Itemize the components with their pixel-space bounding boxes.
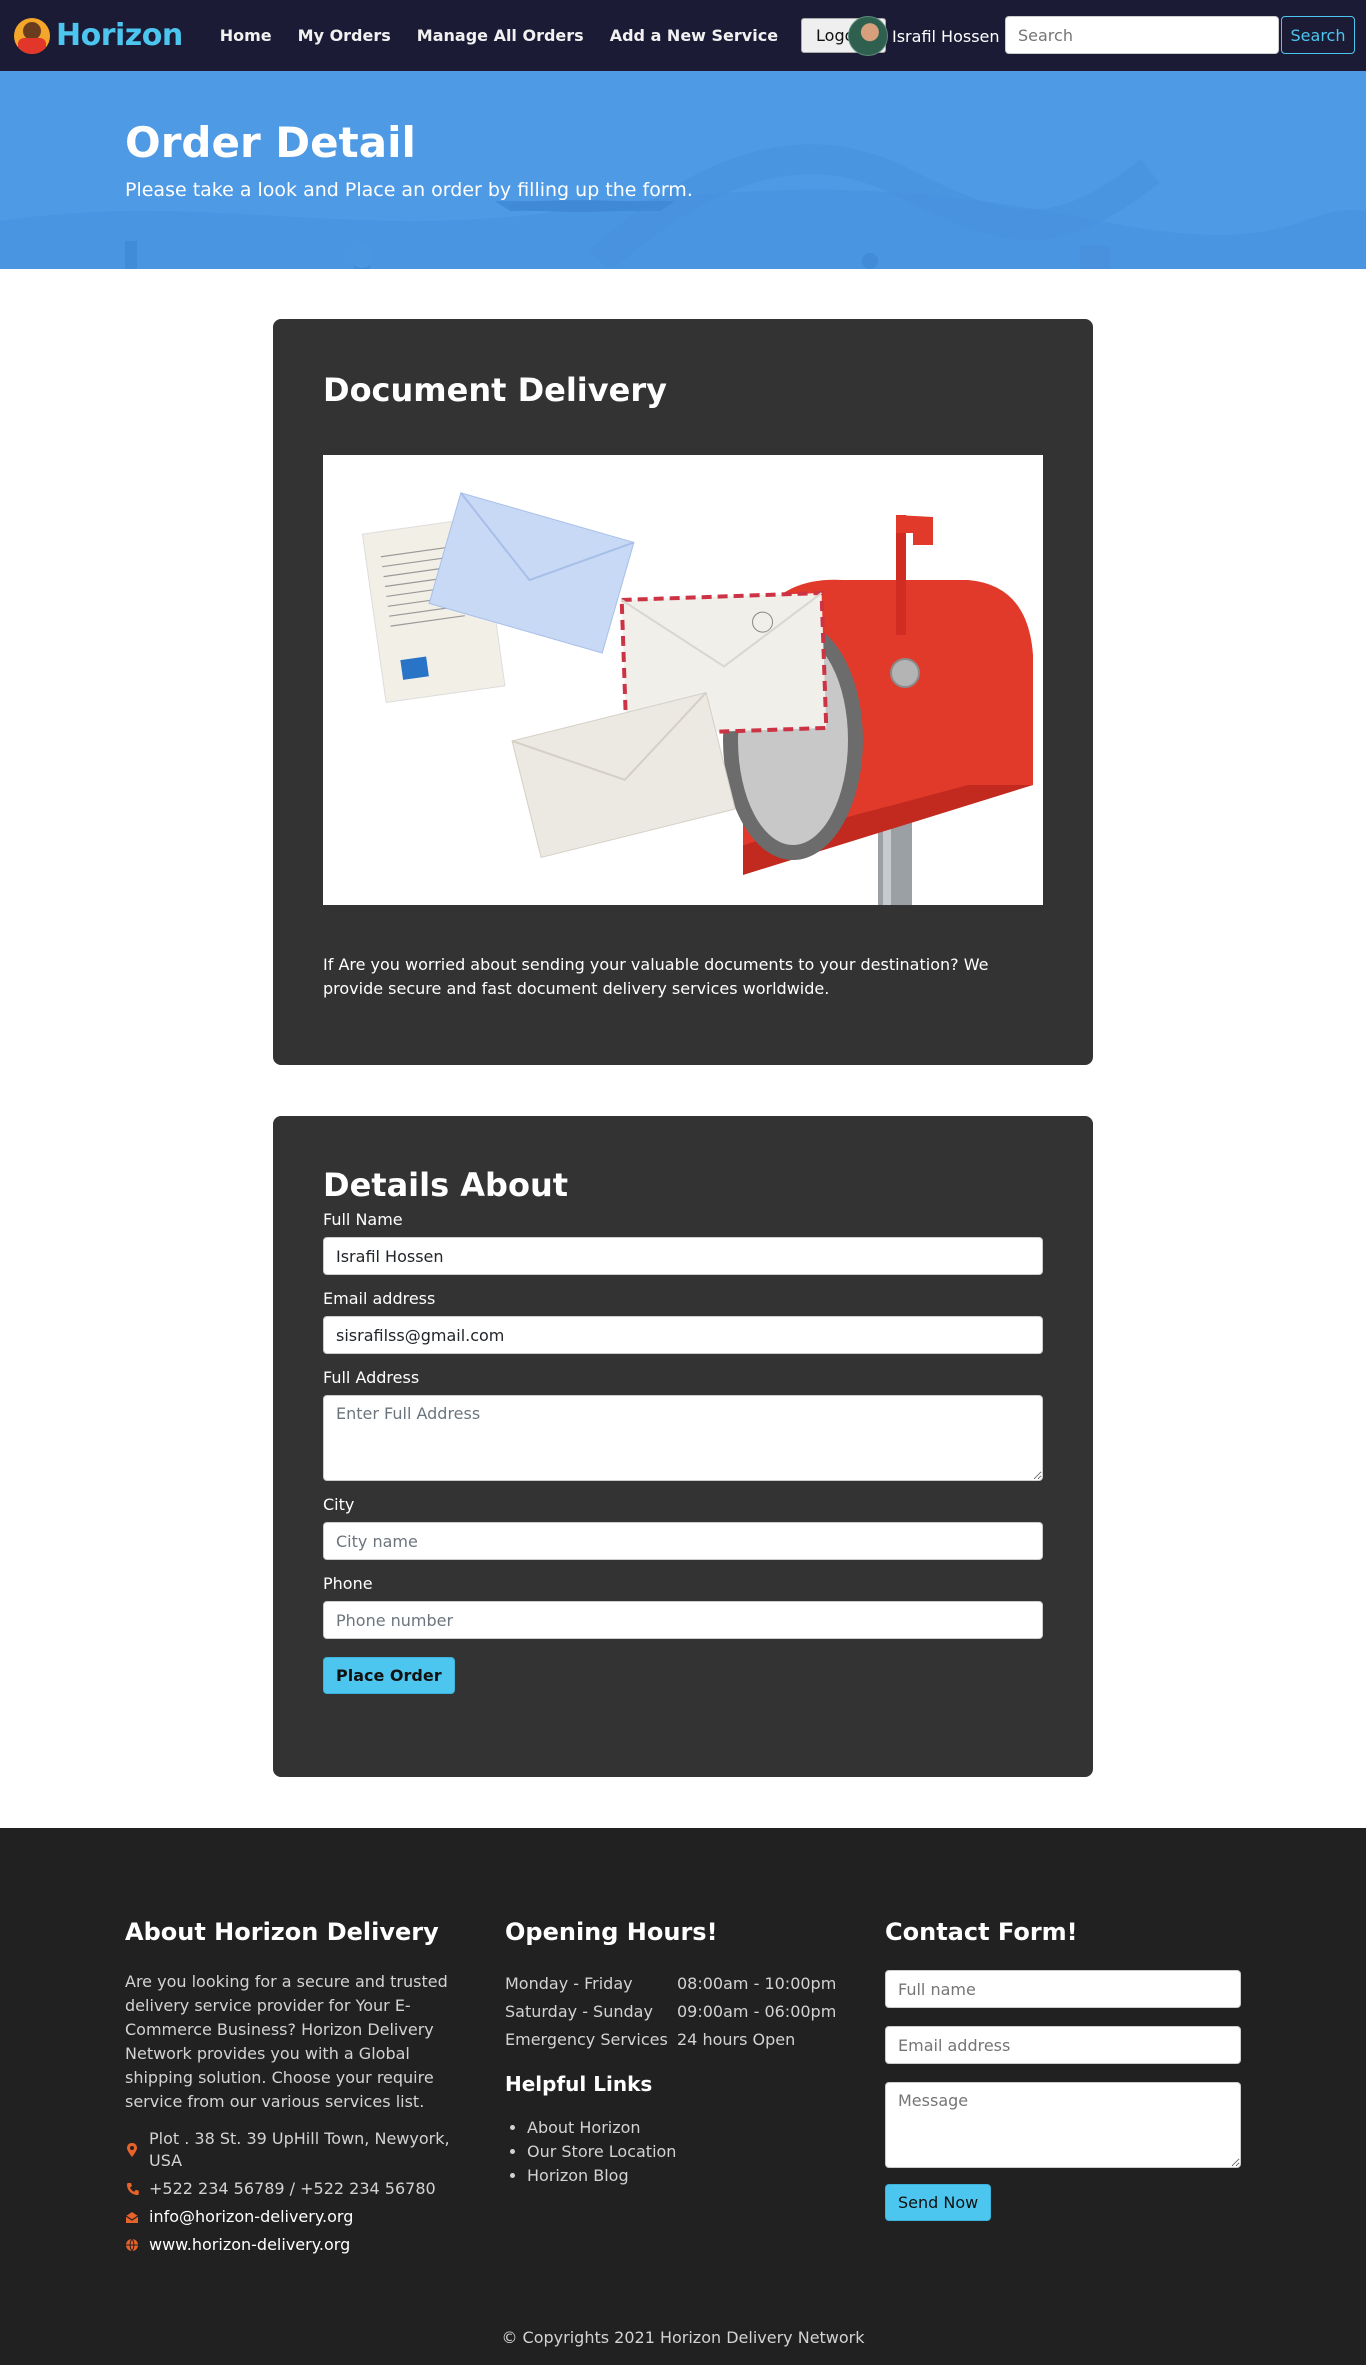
hours-title: Opening Hours!: [505, 1918, 718, 1946]
email-field[interactable]: [323, 1316, 1043, 1354]
hours-row: Saturday - Sunday 09:00am - 06:00pm: [505, 1998, 845, 2026]
nav-link-add-service[interactable]: Add a New Service: [597, 26, 791, 45]
website-line: www.horizon-delivery.org: [125, 2234, 455, 2256]
service-card: Document Delivery If Are you worried abo…: [273, 319, 1093, 1065]
nav-links: Home My Orders Manage All Orders Add a N…: [207, 18, 886, 53]
user-profile: Israfil Hossen: [848, 16, 1000, 56]
full-name-field[interactable]: [323, 1237, 1043, 1275]
footer-contact-form: Contact Form! Send Now: [885, 1918, 1241, 2221]
top-navbar: Horizon Home My Orders Manage All Orders…: [0, 0, 1366, 71]
contact-name-field[interactable]: [885, 1970, 1241, 2008]
page-header-banner: Order Detail Please take a look and Plac…: [0, 71, 1366, 269]
address-line: Plot . 38 St. 39 UpHill Town, Newyork, U…: [125, 2128, 455, 2172]
website-link[interactable]: www.horizon-delivery.org: [149, 2234, 350, 2256]
envelope-open-icon: [125, 2212, 139, 2223]
email-label: Email address: [323, 1289, 436, 1308]
contact-message-field[interactable]: [885, 2082, 1241, 2168]
mailbox-with-envelopes-illustration-icon: [361, 492, 1033, 905]
hours-time: 08:00am - 10:00pm: [677, 1974, 837, 1993]
hours-time: 09:00am - 06:00pm: [677, 2002, 837, 2021]
hours-day: Saturday - Sunday: [505, 2002, 653, 2021]
service-title: Document Delivery: [323, 371, 667, 409]
full-name-label: Full Name: [323, 1210, 403, 1229]
hours-time: 24 hours Open: [677, 2030, 796, 2049]
email-link[interactable]: info@horizon-delivery.org: [149, 2206, 353, 2228]
hours-row: Emergency Services 24 hours Open: [505, 2026, 845, 2054]
address-field[interactable]: [323, 1395, 1043, 1481]
nav-link-my-orders[interactable]: My Orders: [285, 26, 404, 45]
travel-silhouette-background: [0, 144, 1366, 269]
hours-day: Monday - Friday: [505, 1974, 633, 1993]
contact-email-field[interactable]: [885, 2026, 1241, 2064]
avatar: [848, 16, 888, 56]
place-order-button[interactable]: Place Order: [323, 1657, 455, 1694]
address-text: Plot . 38 St. 39 UpHill Town, Newyork, U…: [149, 2129, 450, 2170]
delivery-man-logo-icon: [14, 17, 50, 54]
form-title: Details About: [323, 1166, 569, 1204]
about-title: About Horizon Delivery: [125, 1918, 439, 1946]
footer-about: About Horizon Delivery Are you looking f…: [125, 1918, 455, 2256]
hours-row: Monday - Friday 08:00am - 10:00pm: [505, 1970, 845, 1998]
brand-name[interactable]: Horizon: [56, 18, 183, 53]
helpful-link-blog[interactable]: Horizon Blog: [527, 2164, 845, 2188]
email-line: info@horizon-delivery.org: [125, 2206, 455, 2228]
helpful-links-title: Helpful Links: [505, 2072, 653, 2096]
contact-title: Contact Form!: [885, 1918, 1078, 1946]
brand[interactable]: Horizon: [14, 17, 183, 54]
map-marker-icon: [127, 2143, 137, 2157]
search-button[interactable]: Search: [1281, 16, 1355, 54]
search-form: Search: [1005, 16, 1355, 54]
phone-field[interactable]: [323, 1601, 1043, 1639]
nav-link-manage-all-orders[interactable]: Manage All Orders: [404, 26, 597, 45]
page-title: Order Detail: [125, 118, 416, 167]
send-now-button[interactable]: Send Now: [885, 2184, 992, 2221]
footer-hours: Opening Hours! Monday - Friday 08:00am -…: [505, 1918, 845, 2188]
phone-text: +522 234 56789 / +522 234 56780: [149, 2179, 436, 2198]
helpful-links-list: About Horizon Our Store Location Horizon…: [505, 2116, 845, 2188]
address-label: Full Address: [323, 1368, 420, 1387]
helpful-link-store-location[interactable]: Our Store Location: [527, 2140, 845, 2164]
phone-line: +522 234 56789 / +522 234 56780: [125, 2178, 455, 2200]
phone-label: Phone: [323, 1574, 373, 1593]
about-text: Are you looking for a secure and trusted…: [125, 1972, 448, 2111]
user-name: Israfil Hossen: [892, 26, 1000, 46]
city-label: City: [323, 1495, 355, 1514]
city-field[interactable]: [323, 1522, 1043, 1560]
search-input[interactable]: [1005, 16, 1279, 54]
order-form-card: Details About Full Name Email address Fu…: [273, 1116, 1093, 1777]
globe-icon: [126, 2238, 138, 2252]
nav-link-home[interactable]: Home: [207, 26, 285, 45]
footer: About Horizon Delivery Are you looking f…: [0, 1828, 1366, 2365]
hours-table: Monday - Friday 08:00am - 10:00pm Saturd…: [505, 1970, 845, 2054]
page-subtitle: Please take a look and Place an order by…: [125, 179, 693, 201]
service-image: [323, 455, 1043, 905]
hours-day: Emergency Services: [505, 2030, 668, 2049]
service-description: If Are you worried about sending your va…: [323, 955, 989, 998]
helpful-link-about[interactable]: About Horizon: [527, 2116, 845, 2140]
copyright: © Copyrights 2021 Horizon Delivery Netwo…: [501, 2328, 865, 2347]
phone-icon: [127, 2183, 139, 2195]
